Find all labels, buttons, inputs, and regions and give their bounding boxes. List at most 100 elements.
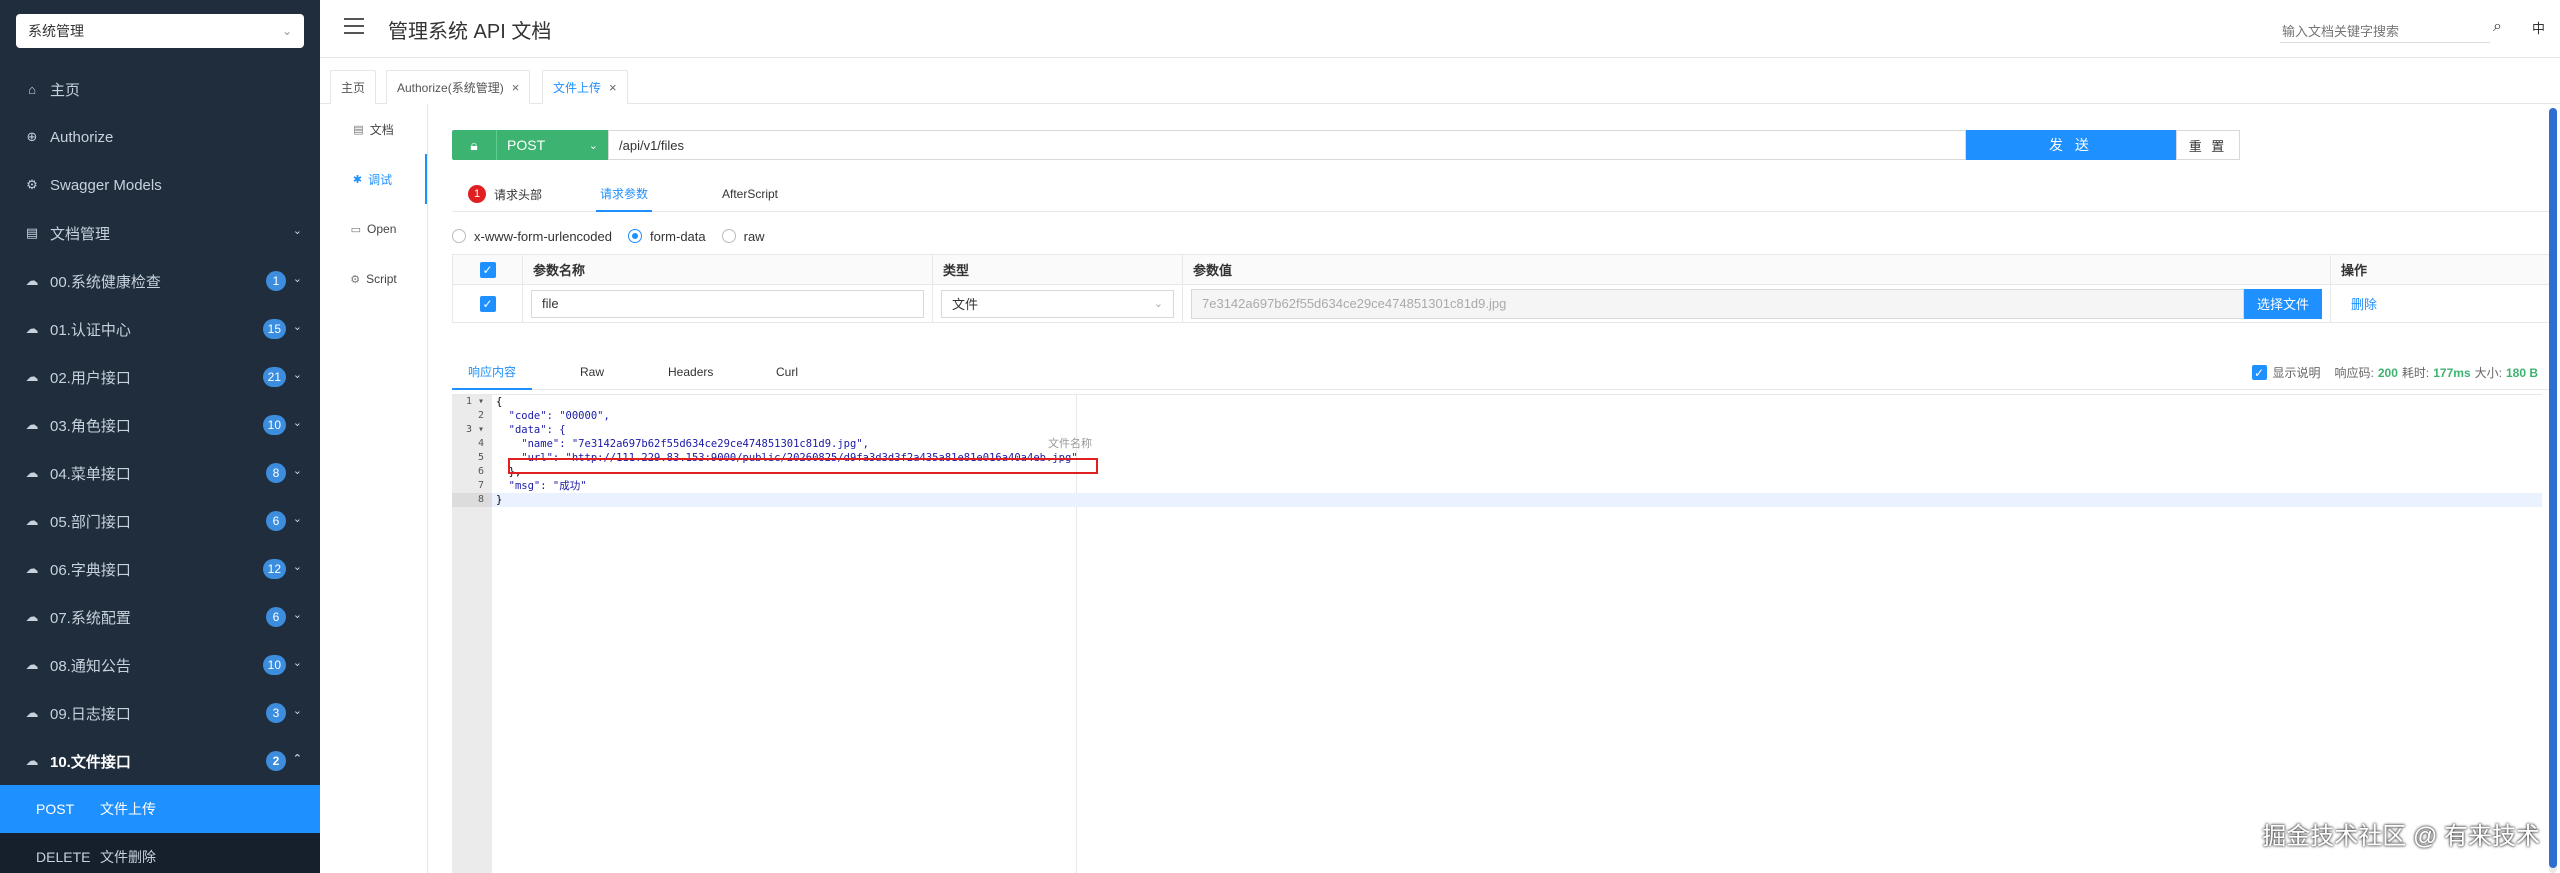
tab-after-script[interactable]: AfterScript: [722, 176, 778, 212]
show-desc-checkbox[interactable]: ✓: [2251, 365, 2267, 380]
subnav-debug[interactable]: ✱ 调试: [320, 154, 427, 204]
sidebar-item-health[interactable]: ☁ 00.系统健康检查 1 ⌄: [0, 257, 320, 305]
sidebar-item-label: Swagger Models: [50, 176, 162, 194]
column-header: 参数名称: [522, 254, 933, 285]
reset-button[interactable]: 重 置: [2176, 130, 2240, 160]
chevron-down-icon: ⌄: [292, 417, 302, 429]
radio-circle[interactable]: [627, 229, 642, 243]
param-type-select[interactable]: 文件 ⌄: [941, 289, 1174, 318]
tab-label: 请求参数: [600, 186, 649, 201]
time-label: 耗时:: [2401, 366, 2430, 380]
sidebar: 系统管理 ⌄ ⌂ 主页 ⊕ Authorize ⚙ Swagger Models…: [0, 0, 320, 873]
sidebar-item-depts[interactable]: ☁ 05.部门接口 6 ⌄: [0, 497, 320, 545]
subnav-open[interactable]: ▭ Open: [320, 204, 427, 254]
count-badge: 6: [266, 607, 286, 627]
sidebar-item-label: 08.通知公告: [50, 657, 131, 675]
tab-file-upload[interactable]: 文件上传 ×: [542, 70, 628, 104]
sidebar-item-dicts[interactable]: ☁ 06.字典接口 12 ⌄: [0, 545, 320, 593]
sidebar-item-authorize[interactable]: ⊕ Authorize: [0, 113, 320, 161]
doc-subnav: ▤ 文档 ✱ 调试 ▭ Open ⚙ Script: [320, 104, 428, 873]
line-number: 6: [477, 466, 484, 477]
sidebar-item-label: 05.部门接口: [50, 513, 131, 531]
tab-response-headers[interactable]: Headers: [668, 354, 713, 390]
sidebar-item-files[interactable]: ☁ 10.文件接口 2 ⌃: [0, 737, 320, 785]
sidebar-item-menus[interactable]: ☁ 04.菜单接口 8 ⌄: [0, 449, 320, 497]
language-switch[interactable]: 中: [2532, 18, 2545, 37]
table-header-row: ✓ 参数名称 类型 参数值 操作: [452, 254, 2550, 285]
sidebar-subitem-file-delete[interactable]: DELETE 文件删除: [0, 833, 320, 873]
radio-circle[interactable]: [721, 229, 736, 243]
radio-label: form-data: [649, 228, 706, 244]
radio-form-data[interactable]: form-data: [627, 228, 706, 244]
select-all-cell: ✓: [452, 254, 523, 285]
cloud-icon: ☁: [25, 609, 39, 624]
menu-toggle-icon[interactable]: [344, 18, 364, 38]
select-all-checkbox[interactable]: ✓: [479, 261, 496, 278]
search-input[interactable]: [2280, 14, 2490, 42]
param-type-cell: 文件 ⌄: [932, 284, 1183, 323]
subnav-label: 调试: [368, 172, 393, 187]
sidebar-item-label: 07.系统配置: [50, 609, 131, 627]
radio-urlencoded[interactable]: x-www-form-urlencoded: [452, 229, 612, 244]
close-icon[interactable]: ×: [512, 80, 520, 95]
scrollbar[interactable]: [2549, 108, 2557, 873]
gear-icon: ⚙: [26, 177, 38, 192]
column-header: 操作: [2330, 254, 2550, 285]
sidebar-item-label: Authorize: [50, 128, 114, 146]
count-badge: 6: [266, 511, 286, 531]
sidebar-item-doc-manage[interactable]: ▤ 文档管理 ⌄: [0, 209, 320, 257]
tab-authorize[interactable]: Authorize(系统管理) ×: [386, 70, 531, 104]
param-name-input[interactable]: file: [531, 289, 924, 318]
chevron-down-icon: ⌄: [1153, 298, 1163, 310]
chevron-down-icon: ⌄: [292, 465, 302, 477]
group-select[interactable]: 系统管理 ⌄: [16, 14, 304, 48]
chevron-down-icon: ⌄: [588, 139, 598, 152]
tab-response-content[interactable]: 响应内容: [452, 354, 532, 390]
tab-label: Raw: [580, 365, 605, 379]
close-icon[interactable]: ×: [609, 80, 617, 95]
method-select[interactable]: POST ⌄: [496, 130, 608, 160]
subnav-script[interactable]: ⚙ Script: [320, 254, 427, 304]
sidebar-item-roles[interactable]: ☁ 03.角色接口 10 ⌄: [0, 401, 320, 449]
response-editor[interactable]: 1 ▾ 2 3 ▾ 4 5 6 7 8 { "code": "00000", "…: [452, 394, 2542, 873]
sidebar-item-home[interactable]: ⌂ 主页: [0, 65, 320, 113]
tab-response-curl[interactable]: Curl: [776, 354, 798, 390]
choose-file-button[interactable]: 选择文件: [2244, 288, 2322, 319]
tab-response-raw[interactable]: Raw: [580, 354, 604, 390]
url-input[interactable]: /api/v1/files: [608, 130, 1966, 160]
http-method: DELETE: [36, 849, 91, 865]
sidebar-item-notices[interactable]: ☁ 08.通知公告 10 ⌄: [0, 641, 320, 689]
chevron-down-icon: ⌄: [292, 369, 302, 381]
tab-home[interactable]: 主页: [330, 70, 377, 104]
chevron-down-icon: ⌄: [292, 609, 302, 621]
sidebar-item-swagger-models[interactable]: ⚙ Swagger Models: [0, 161, 320, 209]
sidebar-item-label: 03.角色接口: [50, 417, 131, 435]
count-badge: 10: [262, 655, 286, 675]
send-button[interactable]: 发 送: [1966, 130, 2176, 160]
tab-request-headers[interactable]: 1 请求头部: [468, 176, 542, 212]
delete-link[interactable]: 删除: [2351, 297, 2377, 312]
response-size: 180 B: [2505, 365, 2538, 380]
doc-icon: ▤: [25, 225, 39, 240]
scrollbar-thumb[interactable]: [2549, 108, 2557, 868]
row-checkbox[interactable]: ✓: [479, 295, 496, 312]
search-icon[interactable]: ⌕: [2493, 18, 2502, 36]
radio-circle[interactable]: [452, 229, 466, 243]
cloud-icon: ☁: [25, 273, 39, 288]
file-path-field[interactable]: 7e3142a697b62f55d634ce29ce474851301c81d9…: [1191, 288, 2244, 319]
sidebar-item-logs[interactable]: ☁ 09.日志接口 3 ⌄: [0, 689, 320, 737]
tab-bar: 主页 Authorize(系统管理) × 文件上传 ×: [320, 64, 2560, 104]
field-hint: 文件名称: [1048, 438, 1092, 450]
tab-request-params[interactable]: 请求参数: [596, 176, 653, 212]
cloud-icon: ☁: [25, 417, 39, 432]
radio-raw[interactable]: raw: [721, 229, 765, 244]
lock-icon[interactable]: 🔒︎: [452, 130, 496, 160]
sidebar-item-config[interactable]: ☁ 07.系统配置 6 ⌄: [0, 593, 320, 641]
sidebar-item-users[interactable]: ☁ 02.用户接口 21 ⌄: [0, 353, 320, 401]
subnav-doc[interactable]: ▤ 文档: [320, 104, 427, 154]
column-header: 参数值: [1182, 254, 2331, 285]
sidebar-subitem-file-upload[interactable]: POST 文件上传: [0, 785, 320, 833]
sidebar-item-auth-center[interactable]: ☁ 01.认证中心 15 ⌄: [0, 305, 320, 353]
cloud-icon: ☁: [25, 561, 39, 576]
count-badge: 1: [266, 271, 286, 291]
